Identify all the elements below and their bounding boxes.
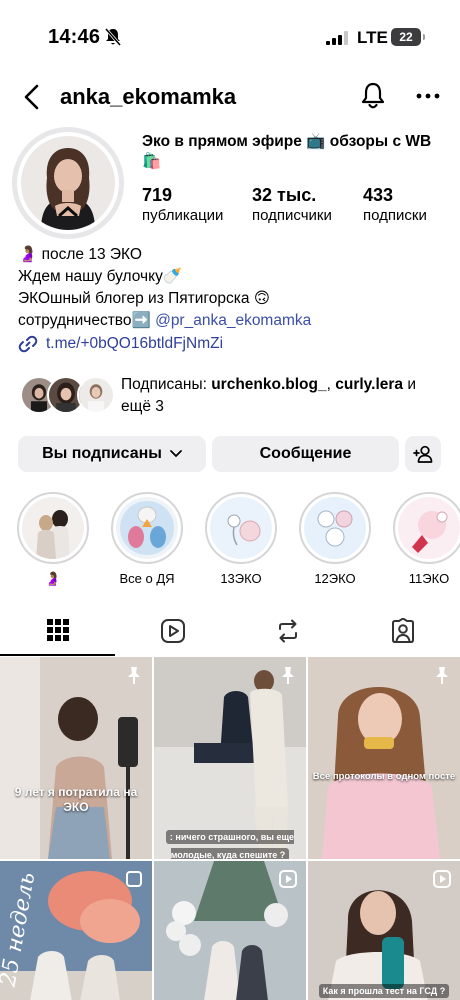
add-user-icon	[413, 445, 433, 463]
bio-line: ЭКОшный блогер из Пятигорска 🙃	[18, 290, 270, 307]
tagged-icon	[391, 618, 414, 643]
followed-by-text[interactable]: Подписаны: urchenko.blog_, curly.lera и …	[121, 374, 443, 418]
pin-icon	[436, 667, 448, 684]
highlight-cover	[398, 497, 460, 559]
profile-header: anka_ekomamka	[0, 78, 460, 118]
highlight-label: 🤰🏽	[44, 571, 62, 586]
highlight-cover	[22, 497, 84, 559]
avatar-photo	[21, 136, 115, 230]
post-thumbnail[interactable]: Как я прошла тест на ГСД ?	[308, 861, 460, 1000]
profile-tabs	[0, 606, 460, 656]
stat-followers-value: 32 тыс.	[252, 185, 317, 205]
stat-following-value: 433	[363, 185, 394, 205]
highlight-label: 12ЭКО	[314, 571, 356, 586]
post-caption-wrap: Как я прошла тест на ГСД ?	[308, 981, 460, 999]
post-caption: 9 лет я потратила на ЭКО	[14, 785, 138, 814]
post-caption: Как я прошла тест на ГСД ?	[318, 984, 450, 998]
pin-icon	[282, 667, 294, 684]
followed-user[interactable]: urchenko.blog_	[211, 376, 326, 393]
highlight-cover	[116, 497, 178, 559]
post-caption: Все протоколы в одном посте	[312, 771, 456, 782]
reels-icon	[160, 619, 185, 643]
stat-following-label: подписки	[363, 207, 427, 224]
post-image	[308, 657, 460, 859]
stat-following[interactable]: 433 подписки	[363, 184, 427, 226]
chevron-down-icon	[170, 450, 182, 458]
stat-posts-label: публикации	[142, 207, 224, 224]
network-type: LTE	[357, 28, 388, 47]
highlight-cover	[304, 497, 366, 559]
grid-icon	[46, 619, 69, 641]
profile-username: anka_ekomamka	[60, 84, 237, 109]
highlight-item[interactable]: Все о ДЯ	[109, 492, 185, 586]
battery-icon: 22	[391, 28, 425, 46]
post-caption-wrap: : ничего страшного, вы еще молодые, куда…	[154, 827, 306, 859]
profile-external-link[interactable]: t.me/+0bQO16btldFjNmZi	[18, 332, 223, 356]
followed-user[interactable]: curly.lera	[335, 376, 403, 393]
stat-followers[interactable]: 32 тыс. подписчики	[252, 184, 332, 226]
suggested-users-button[interactable]	[405, 436, 441, 472]
stat-posts[interactable]: 719 публикации	[142, 184, 223, 226]
highlight-item[interactable]: 11ЭКО	[391, 492, 460, 586]
profile-name: Эко в прямом эфире 📺 обзоры с WB🛍️	[142, 133, 432, 170]
more-options-icon[interactable]	[414, 86, 442, 106]
profile-link-text: t.me/+0bQO16btldFjNmZi	[46, 335, 224, 352]
following-button[interactable]: Вы подписаны	[18, 436, 206, 472]
highlight-item[interactable]: 12ЭКО	[297, 492, 373, 586]
tab-reels[interactable]	[115, 606, 230, 656]
followed-by-avatars[interactable]	[20, 376, 116, 416]
highlight-cover	[210, 497, 272, 559]
post-thumbnail[interactable]: Все протоколы в одном посте	[308, 657, 460, 859]
carousel-icon	[126, 871, 142, 887]
status-bar: 14:46 LTE 22	[0, 0, 460, 70]
highlight-item[interactable]: 13ЭКО	[203, 492, 279, 586]
highlight-item[interactable]: 🤰🏽	[15, 492, 91, 587]
post-caption: : ничего страшного, вы еще молодые, куда…	[165, 830, 295, 859]
reels-icon	[433, 870, 451, 888]
bio-collab-line: сотрудничество➡️ @pr_anka_ekomamka	[18, 310, 448, 332]
bell-slash-icon	[104, 28, 122, 46]
pin-icon	[128, 667, 140, 684]
tab-posts-grid[interactable]	[0, 606, 115, 656]
post-thumbnail[interactable]: 25 недель	[0, 861, 152, 1000]
highlight-label: Все о ДЯ	[119, 571, 175, 586]
signal-icon	[326, 31, 348, 45]
post-thumbnail[interactable]: : ничего страшного, вы еще молодые, куда…	[154, 657, 306, 859]
repost-icon	[278, 619, 297, 643]
stat-posts-value: 719	[142, 185, 173, 205]
post-image	[0, 657, 152, 859]
profile-bio: 🤰🏽 после 13 ЭКО Ждем нашу булочку🍼 ЭКОшн…	[18, 244, 448, 332]
stat-followers-label: подписчики	[252, 207, 332, 224]
message-button[interactable]: Сообщение	[212, 436, 399, 472]
post-thumbnail[interactable]: 9 лет я потратила на ЭКО	[0, 657, 152, 859]
status-time: 14:46	[48, 26, 101, 48]
bell-icon[interactable]	[359, 81, 387, 111]
reels-icon	[279, 870, 297, 888]
followed-prefix: Подписаны:	[121, 376, 212, 393]
bio-collab-prefix: сотрудничество➡️	[18, 312, 156, 329]
highlight-label: 13ЭКО	[220, 571, 262, 586]
profile-avatar[interactable]	[12, 127, 124, 239]
post-thumbnail[interactable]	[154, 861, 306, 1000]
followed-separator: ,	[326, 376, 336, 393]
link-icon	[18, 335, 38, 353]
bio-line: Ждем нашу булочку🍼	[18, 268, 183, 285]
highlight-label: 11ЭКО	[408, 571, 450, 586]
bio-collab-handle-link[interactable]: @pr_anka_ekomamka	[155, 312, 311, 329]
following-button-label: Вы подписаны	[42, 445, 162, 462]
bio-line: 🤰🏽 после 13 ЭКО	[18, 246, 142, 263]
back-arrow-icon[interactable]	[20, 82, 44, 112]
tab-tagged[interactable]	[345, 606, 460, 656]
tab-reposts[interactable]	[230, 606, 345, 656]
message-button-label: Сообщение	[259, 445, 352, 462]
follower-avatar	[77, 376, 115, 414]
